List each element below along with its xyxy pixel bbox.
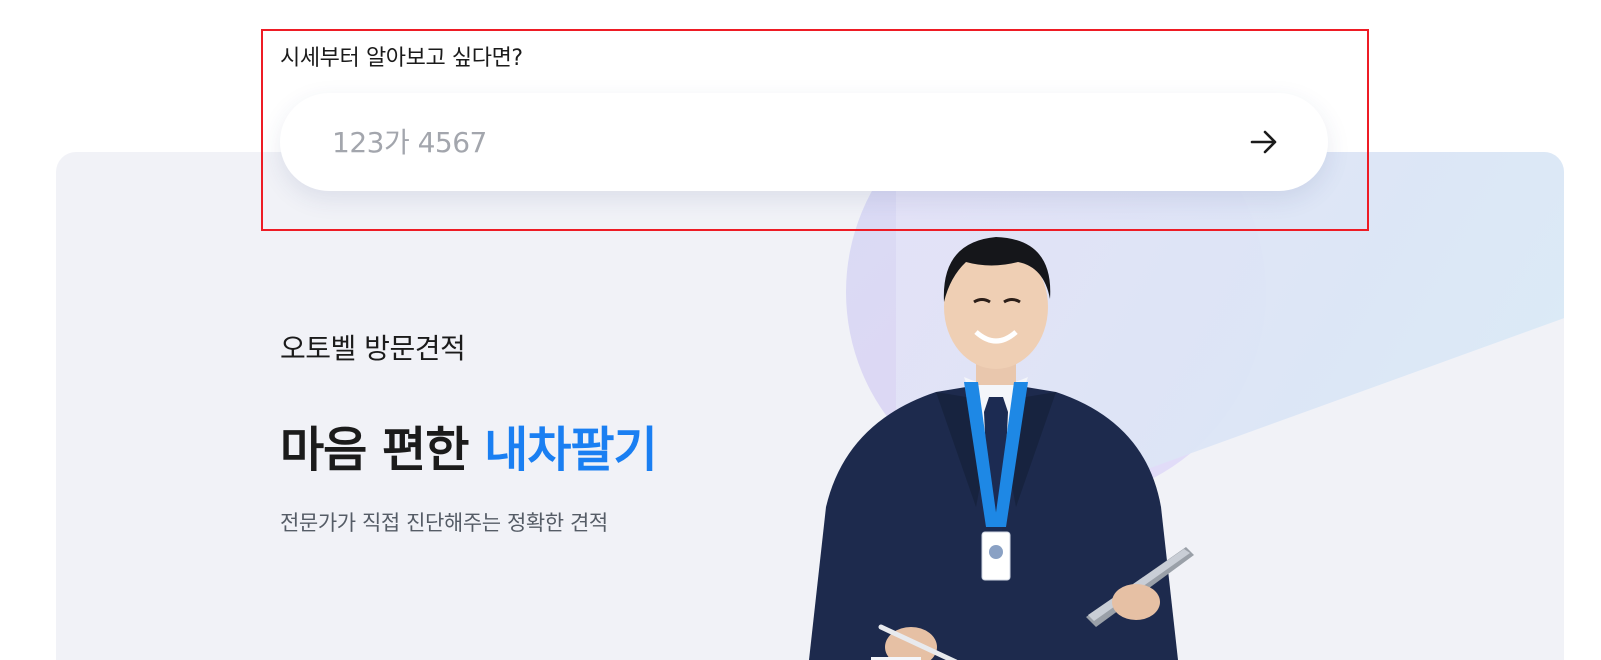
page: 오토벨 방문견적 마음 편한 내차팔기 전문가가 직접 진단해주는 정확한 견적 bbox=[0, 0, 1601, 660]
hero-title-accent: 내차팔기 bbox=[484, 422, 658, 478]
arrow-right-icon bbox=[1250, 130, 1277, 154]
search-submit-button[interactable] bbox=[1244, 122, 1284, 162]
hero-title: 마음 편한 내차팔기 bbox=[280, 410, 658, 480]
search-label: 시세부터 알아보고 싶다면? bbox=[280, 46, 523, 71]
hero-title-prefix: 마음 편한 bbox=[280, 422, 485, 478]
hero-description: 전문가가 직접 진단해주는 정확한 견적 bbox=[280, 511, 608, 535]
plate-search-box[interactable] bbox=[280, 93, 1328, 191]
consultant-image bbox=[809, 237, 1194, 660]
plate-number-input[interactable] bbox=[330, 124, 1194, 160]
hero-subtitle: 오토벨 방문견적 bbox=[280, 332, 466, 365]
